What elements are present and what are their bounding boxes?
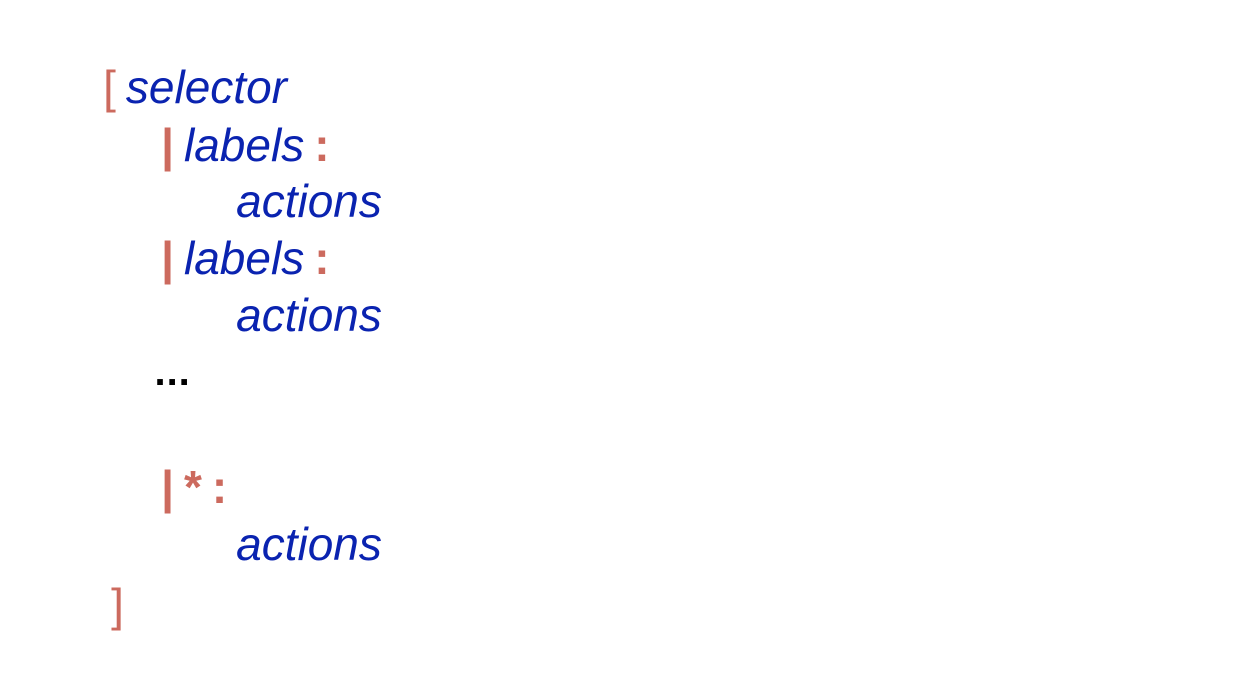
closing-line: ]	[60, 536, 124, 674]
branch-bar: |	[161, 119, 174, 171]
close-bracket: ]	[111, 579, 124, 631]
syntax-diagram: [selector | labels: actions | labels: acti…	[0, 0, 1247, 628]
ellipsis-line: ...	[110, 312, 191, 432]
branch-bar: |	[161, 461, 174, 513]
actions-keyword: actions	[236, 518, 382, 570]
ellipsis: ...	[154, 350, 191, 394]
branch-2-actions: actions	[185, 246, 382, 384]
actions-keyword: actions	[236, 289, 382, 341]
branch-bar: |	[161, 232, 174, 284]
wildcard-branch-actions: actions	[185, 475, 382, 613]
